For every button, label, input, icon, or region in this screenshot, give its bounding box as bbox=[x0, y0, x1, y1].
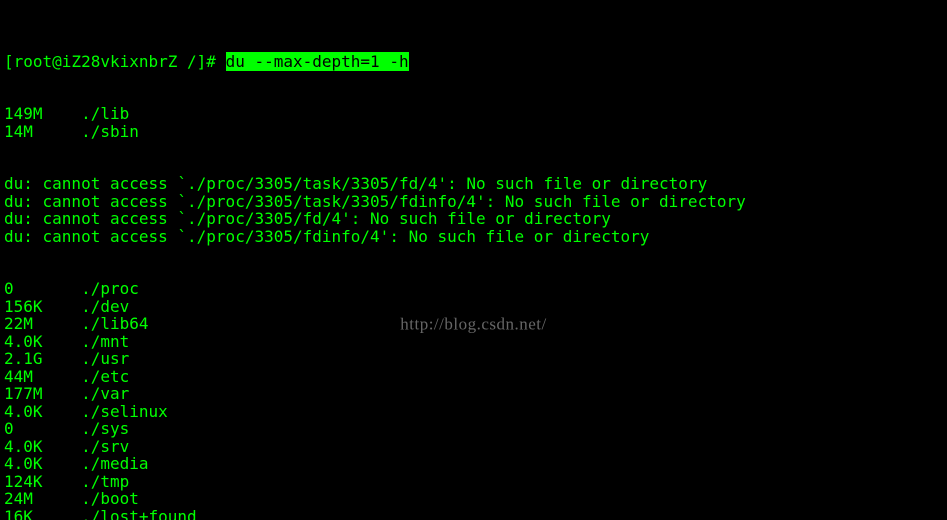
du-row: 177M ./var bbox=[4, 385, 943, 403]
du-row: 4.0K ./srv bbox=[4, 438, 943, 456]
du-row: 0 ./proc bbox=[4, 280, 943, 298]
du-row: 156K ./dev bbox=[4, 298, 943, 316]
du-row: 44M ./etc bbox=[4, 368, 943, 386]
du-row: 22M ./lib64 bbox=[4, 315, 943, 333]
du-row: 4.0K ./mnt bbox=[4, 333, 943, 351]
du-row: 16K ./lost+found bbox=[4, 508, 943, 520]
du-error: du: cannot access `./proc/3305/fd/4': No… bbox=[4, 210, 943, 228]
du-row: 149M ./lib bbox=[4, 105, 943, 123]
du-row: 2.1G ./usr bbox=[4, 350, 943, 368]
du-row: 124K ./tmp bbox=[4, 473, 943, 491]
du-row: 0 ./sys bbox=[4, 420, 943, 438]
du-error: du: cannot access `./proc/3305/fdinfo/4'… bbox=[4, 228, 943, 246]
du-error: du: cannot access `./proc/3305/task/3305… bbox=[4, 193, 943, 211]
du-row: 24M ./boot bbox=[4, 490, 943, 508]
du-error: du: cannot access `./proc/3305/task/3305… bbox=[4, 175, 943, 193]
du-row: 4.0K ./media bbox=[4, 455, 943, 473]
shell-prompt: [root@iZ28vkixnbrZ /]# bbox=[4, 52, 226, 71]
terminal[interactable]: http://blog.csdn.net/ [root@iZ28vkixnbrZ… bbox=[0, 0, 947, 520]
command-input[interactable]: du --max-depth=1 -h bbox=[226, 52, 409, 71]
du-row: 14M ./sbin bbox=[4, 123, 943, 141]
du-row: 4.0K ./selinux bbox=[4, 403, 943, 421]
